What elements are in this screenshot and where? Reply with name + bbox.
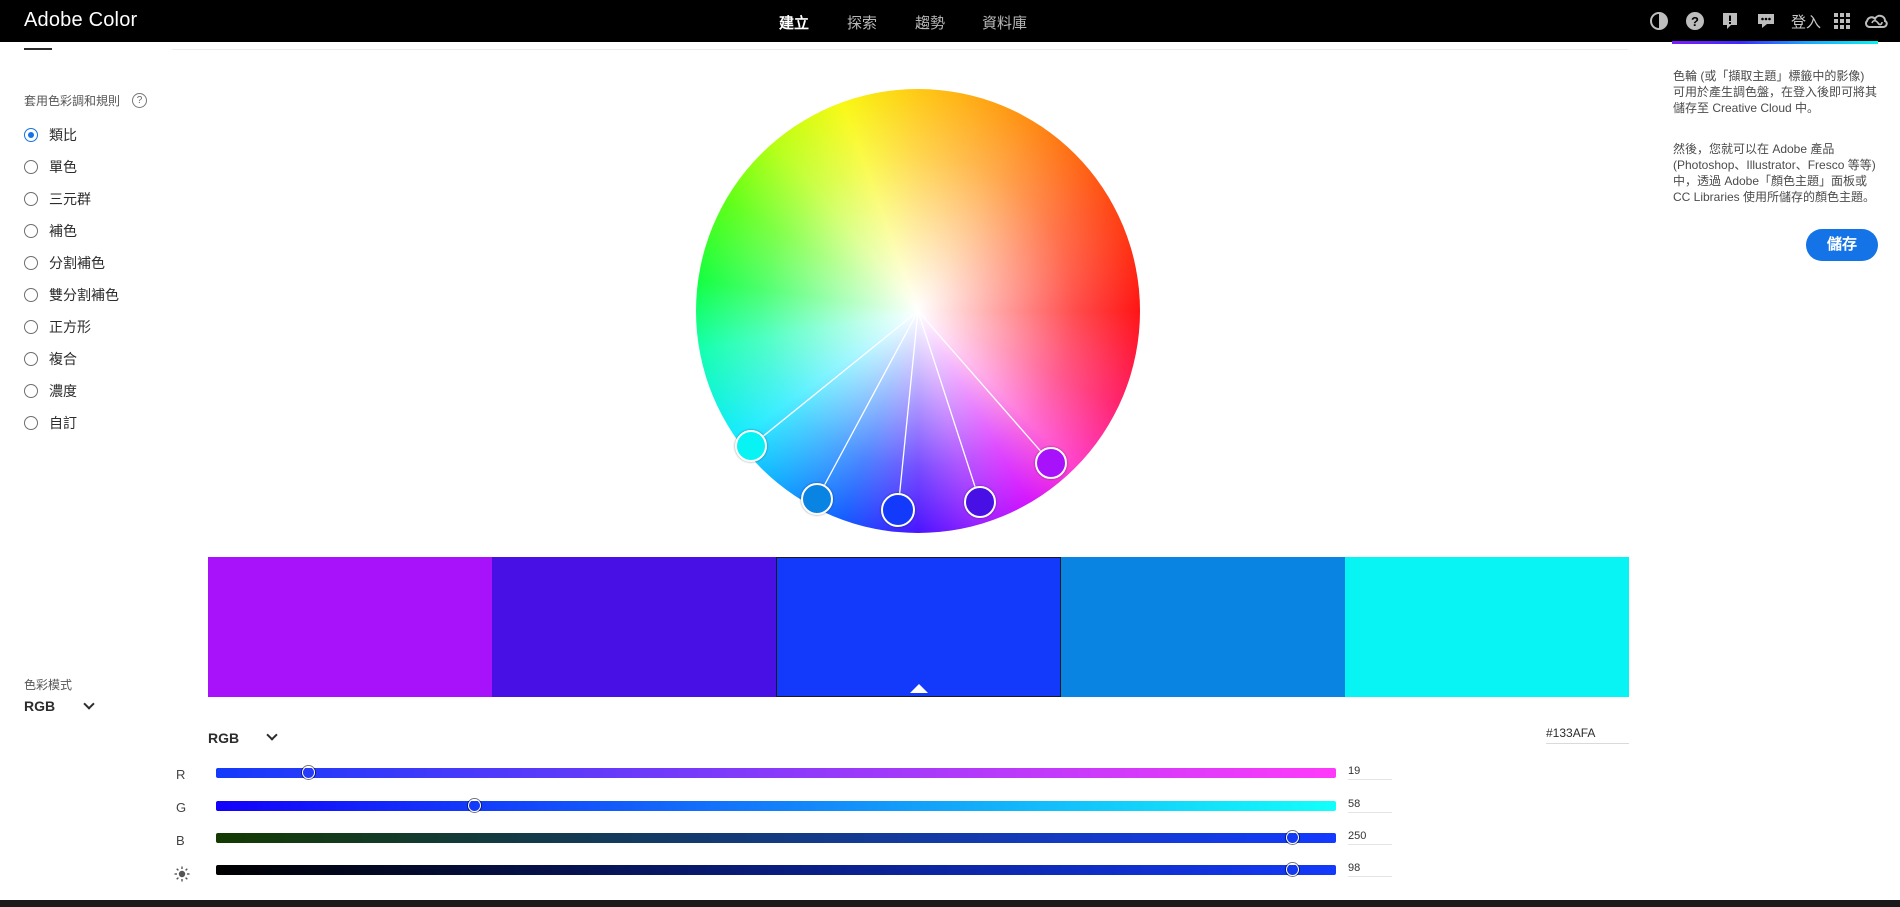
swatch-2[interactable] [492, 557, 777, 697]
rule-label: 正方形 [49, 319, 91, 335]
contrast-icon[interactable] [1649, 11, 1669, 31]
rule-label: 三元群 [49, 191, 91, 207]
slider-thumb[interactable] [1286, 831, 1300, 844]
rule-label: 補色 [49, 223, 77, 239]
radio-icon[interactable] [24, 320, 38, 334]
harmony-rules-title: 套用色彩調和規則 [24, 94, 121, 108]
channel-r-value[interactable] [1348, 762, 1392, 780]
color-model-select[interactable]: RGB [208, 730, 239, 746]
channel-r-label: R [176, 767, 186, 782]
tab-underline [24, 48, 52, 50]
radio-icon[interactable] [24, 288, 38, 302]
radio-icon[interactable] [24, 256, 38, 270]
radio-icon[interactable] [24, 352, 38, 366]
help-icon[interactable]: ? [1685, 11, 1705, 31]
top-bar: Adobe Color 建立 探索 趨勢 資料庫 ? 登入 [0, 0, 1900, 42]
wheel-handle-1[interactable] [735, 430, 767, 462]
radio-icon[interactable] [24, 416, 38, 430]
slider-thumb[interactable] [1285, 863, 1299, 876]
nav-trends[interactable]: 趨勢 [915, 12, 945, 33]
swatch-3-selected[interactable] [776, 557, 1061, 697]
question-icon[interactable]: ? [132, 93, 147, 108]
slider-thumb[interactable] [468, 799, 482, 812]
rule-label: 濃度 [49, 383, 77, 399]
radio-selected-icon[interactable] [24, 128, 38, 142]
color-mode-select[interactable]: RGB [24, 698, 55, 714]
rule-monochromatic[interactable]: 單色 [24, 156, 77, 178]
color-swatches [208, 557, 1630, 697]
chevron-down-icon[interactable] [266, 729, 278, 741]
swatch-5[interactable] [1344, 557, 1630, 697]
wheel-connector-lines [750, 310, 1052, 511]
slider-g[interactable] [216, 799, 1336, 812]
wheel-handle-5[interactable] [1035, 447, 1067, 479]
wheel-handle-base[interactable] [881, 493, 915, 527]
bottom-bar [0, 900, 1900, 907]
rule-shades[interactable]: 濃度 [24, 380, 77, 402]
sign-in-link[interactable]: 登入 [1791, 11, 1821, 32]
rule-compound[interactable]: 複合 [24, 348, 77, 370]
color-mode-title: 色彩模式 [24, 678, 73, 692]
rule-label: 類比 [49, 127, 77, 143]
rule-square[interactable]: 正方形 [24, 316, 91, 338]
brightness-icon [174, 866, 190, 882]
channel-b-label: B [176, 833, 185, 848]
wheel-handle-2[interactable] [801, 483, 833, 515]
swatch-4[interactable] [1060, 557, 1345, 697]
svg-text:?: ? [1691, 14, 1699, 29]
slider-b[interactable] [216, 831, 1336, 844]
radio-icon[interactable] [24, 384, 38, 398]
rule-custom[interactable]: 自訂 [24, 412, 77, 434]
brightness-value[interactable] [1348, 859, 1392, 877]
rule-label: 單色 [49, 159, 77, 175]
nav-libraries[interactable]: 資料庫 [982, 12, 1027, 33]
info-text-1: 色輪 (或「擷取主題」標籤中的影像) 可用於產生調色盤，在登入後即可將其儲存至 … [1673, 69, 1878, 115]
channel-b-value[interactable] [1348, 827, 1392, 845]
feedback-icon[interactable] [1720, 11, 1740, 31]
rule-complementary[interactable]: 補色 [24, 220, 77, 242]
rule-analogous[interactable]: 類比 [24, 124, 77, 146]
rule-split-complementary[interactable]: 分割補色 [24, 252, 105, 274]
rule-label: 分割補色 [49, 255, 105, 271]
caret-up-icon [909, 684, 928, 693]
info-text-2: 然後，您就可以在 Adobe 產品 (Photoshop、Illustrator… [1673, 142, 1876, 204]
swatch-1[interactable] [208, 557, 493, 697]
theme-preview-strip [1672, 41, 1878, 44]
creative-cloud-icon[interactable] [1864, 11, 1888, 31]
rule-label: 複合 [49, 351, 77, 367]
rule-label: 雙分割補色 [49, 287, 119, 303]
slider-r[interactable] [216, 766, 1336, 779]
wheel-handle-4[interactable] [964, 486, 996, 518]
radio-icon[interactable] [24, 160, 38, 174]
brand-logo[interactable]: Adobe Color [24, 9, 137, 32]
rule-label: 自訂 [49, 415, 77, 431]
rule-triad[interactable]: 三元群 [24, 188, 91, 210]
save-button[interactable]: 儲存 [1806, 229, 1878, 261]
color-wheel[interactable] [696, 89, 1140, 533]
radio-icon[interactable] [24, 224, 38, 238]
hex-input[interactable] [1546, 722, 1629, 744]
channel-g-label: G [176, 800, 187, 815]
nav-explore[interactable]: 探索 [847, 12, 877, 33]
rule-double-split-complementary[interactable]: 雙分割補色 [24, 284, 119, 306]
radio-icon[interactable] [24, 192, 38, 206]
channel-g-value[interactable] [1348, 795, 1392, 813]
slider-thumb[interactable] [302, 766, 316, 779]
nav-create[interactable]: 建立 [779, 12, 809, 33]
slider-brightness[interactable] [216, 863, 1336, 876]
chat-icon[interactable] [1756, 11, 1776, 31]
divider [172, 49, 1628, 50]
app-switcher-icon[interactable] [1832, 11, 1852, 31]
chevron-down-icon[interactable] [83, 698, 95, 710]
